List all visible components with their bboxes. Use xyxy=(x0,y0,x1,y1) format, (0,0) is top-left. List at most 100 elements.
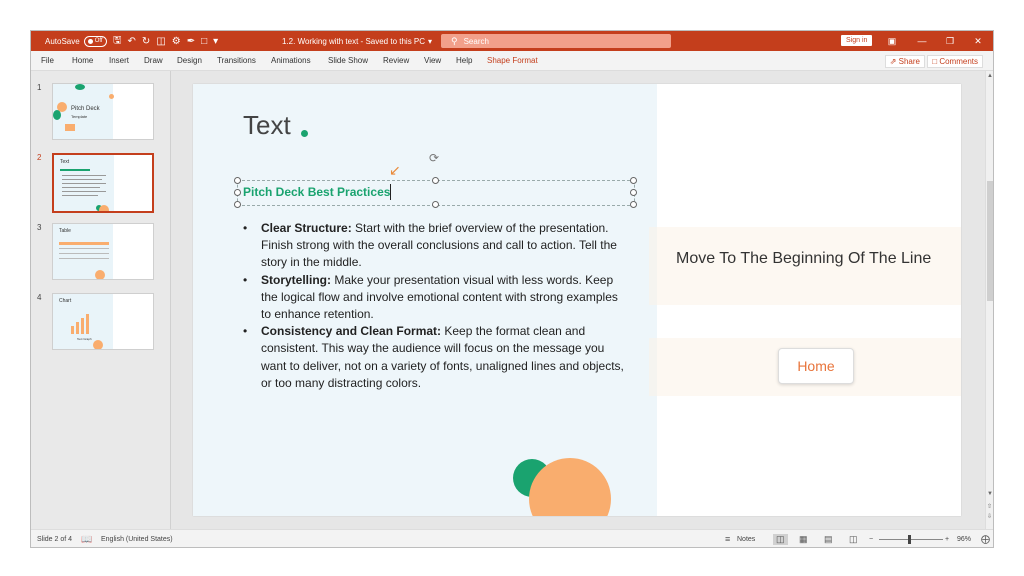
slide-number: 4 xyxy=(37,293,42,302)
tab-help[interactable]: Help xyxy=(456,56,472,65)
autosave-toggle[interactable]: Off xyxy=(83,35,107,47)
restore-icon[interactable]: ❐ xyxy=(937,31,963,51)
slide-thumbnail-1[interactable]: Pitch Deck Template xyxy=(52,83,154,140)
thumb-text-line xyxy=(62,179,102,180)
redo-icon[interactable]: ↻ xyxy=(142,36,150,47)
thumb-text-line xyxy=(62,175,106,176)
slide-title[interactable]: Text xyxy=(243,110,291,141)
thumb-table-row xyxy=(59,248,109,249)
slide-thumbnail-3[interactable]: Table xyxy=(52,223,154,280)
document-title[interactable]: 1.2. Working with text - Saved to this P… xyxy=(282,31,432,51)
shortcut-description: Move To The Beginning Of The Line xyxy=(676,250,932,267)
zoom-slider-track[interactable] xyxy=(879,539,943,540)
bullet-list[interactable]: • Clear Structure: Start with the brief o… xyxy=(243,220,631,392)
slide-number: 2 xyxy=(37,153,42,162)
resize-handle[interactable] xyxy=(630,201,637,208)
comments-button[interactable]: □ Comments xyxy=(927,55,983,68)
share-button[interactable]: ⇗ Share xyxy=(884,55,925,68)
tab-shape-format[interactable]: Shape Format xyxy=(487,56,538,65)
previous-slide-icon[interactable]: ⇧ xyxy=(987,503,992,510)
reading-view-icon[interactable]: ▤ xyxy=(824,534,833,545)
slide-sorter-icon[interactable]: ▦ xyxy=(799,534,808,545)
tab-file[interactable]: File xyxy=(41,56,54,65)
thumb-table-row xyxy=(59,258,109,259)
thumb-title: Chart xyxy=(59,298,72,304)
zoom-slider-knob[interactable] xyxy=(908,535,911,544)
search-placeholder: Search xyxy=(463,36,489,46)
slide-thumbnail-2[interactable]: Text xyxy=(52,153,154,213)
thumb-shape xyxy=(95,270,105,279)
resize-handle[interactable] xyxy=(234,189,241,196)
save-icon[interactable]: 🖫 xyxy=(113,33,122,50)
tab-design[interactable]: Design xyxy=(177,56,202,65)
slideshow-view-icon[interactable]: ◫ xyxy=(849,534,858,545)
fit-to-window-icon[interactable]: ⨁ xyxy=(981,534,990,545)
pen-icon[interactable]: ✒ xyxy=(187,36,195,47)
tab-insert[interactable]: Insert xyxy=(109,56,129,65)
close-icon[interactable]: ✕ xyxy=(965,31,991,51)
notes-button[interactable]: Notes xyxy=(737,536,755,543)
thumb-table-header xyxy=(59,242,109,245)
undo-icon[interactable]: ↶ xyxy=(128,36,136,47)
title-dot xyxy=(301,130,308,137)
format-painter-icon[interactable]: ⚙ xyxy=(172,36,181,47)
toggle-knob xyxy=(87,38,93,44)
bullet-bold: Clear Structure: xyxy=(261,221,352,235)
tab-draw[interactable]: Draw xyxy=(144,56,163,65)
scroll-down-icon[interactable]: ▼ xyxy=(987,491,993,497)
tab-transitions[interactable]: Transitions xyxy=(217,56,256,65)
thumb-text-line xyxy=(62,191,106,192)
present-icon[interactable]: ◫ xyxy=(156,36,165,47)
thumb-bar xyxy=(76,322,79,334)
tab-animations[interactable]: Animations xyxy=(271,56,311,65)
thumb-title: Pitch Deck xyxy=(71,106,100,112)
slide-heading[interactable]: Pitch Deck Best Practices xyxy=(243,185,390,199)
resize-handle[interactable] xyxy=(432,201,439,208)
minimize-icon[interactable]: — xyxy=(909,31,935,51)
thumb-bar xyxy=(86,314,89,334)
slide-number: 3 xyxy=(37,223,42,232)
resize-handle[interactable] xyxy=(234,201,241,208)
sign-in-button[interactable]: Sign in xyxy=(841,35,873,46)
search-box[interactable]: ⚲ Search xyxy=(441,34,671,48)
autosave-state: Off xyxy=(94,38,103,44)
vertical-scrollbar[interactable]: ▲ ▼ ⇧ ⇩ xyxy=(985,71,993,529)
status-bar: Slide 2 of 4 📖 English (United States) ≡… xyxy=(31,529,993,547)
resize-handle[interactable] xyxy=(630,177,637,184)
thumb-chart-shape xyxy=(65,124,75,131)
notes-icon[interactable]: ≡ xyxy=(725,534,730,544)
zoom-level[interactable]: 96% xyxy=(957,536,971,543)
chevron-down-icon: ▾ xyxy=(428,36,433,46)
tab-review[interactable]: Review xyxy=(383,56,409,65)
slide-canvas[interactable]: Text ⟳ ↙ Pitch Deck Best Practices • Clea… xyxy=(193,84,961,516)
autosave-group[interactable]: AutoSave Off xyxy=(45,31,107,51)
resize-handle[interactable] xyxy=(630,189,637,196)
tab-view[interactable]: View xyxy=(424,56,441,65)
normal-view-icon[interactable]: ◫ xyxy=(773,534,788,545)
scroll-up-icon[interactable]: ▲ xyxy=(987,73,993,79)
bullet-bold: Consistency and Clean Format: xyxy=(261,324,442,339)
tab-slide-show[interactable]: Slide Show xyxy=(328,56,368,65)
quick-access-toolbar: 🖫 ↶ ↻ ◫ ⚙ ✒ □ ▾ xyxy=(113,31,224,51)
shape-icon[interactable]: □ xyxy=(201,36,207,47)
slide-thumbnail-4[interactable]: Chart Text Graph xyxy=(52,293,154,350)
list-item: • Clear Structure: Start with the brief o… xyxy=(243,220,631,272)
rotate-handle-icon[interactable]: ⟳ xyxy=(429,151,439,165)
scrollbar-thumb[interactable] xyxy=(987,181,993,301)
thumb-text-line xyxy=(62,195,98,196)
thumb-shape xyxy=(93,340,103,349)
zoom-in-icon[interactable]: + xyxy=(945,536,949,543)
slide-counter: Slide 2 of 4 xyxy=(37,536,73,543)
resize-handle[interactable] xyxy=(234,177,241,184)
tab-home[interactable]: Home xyxy=(72,56,93,65)
thumb-subtitle: Text Graph xyxy=(77,337,92,341)
slide-thumbnail-pane: 1 Pitch Deck Template 2 Text 3 Table 4 C… xyxy=(31,71,171,529)
customize-icon[interactable]: ▾ xyxy=(213,36,218,47)
next-slide-icon[interactable]: ⇩ xyxy=(987,513,992,520)
spelling-icon[interactable]: 📖 xyxy=(81,534,92,545)
ribbon-display-icon[interactable]: ▣ xyxy=(879,31,905,51)
resize-handle[interactable] xyxy=(432,177,439,184)
powerpoint-window: AutoSave Off 🖫 ↶ ↻ ◫ ⚙ ✒ □ ▾ 1.2. Workin… xyxy=(30,30,994,548)
language-indicator[interactable]: English (United States) xyxy=(101,536,173,543)
zoom-out-icon[interactable]: − xyxy=(869,536,873,543)
